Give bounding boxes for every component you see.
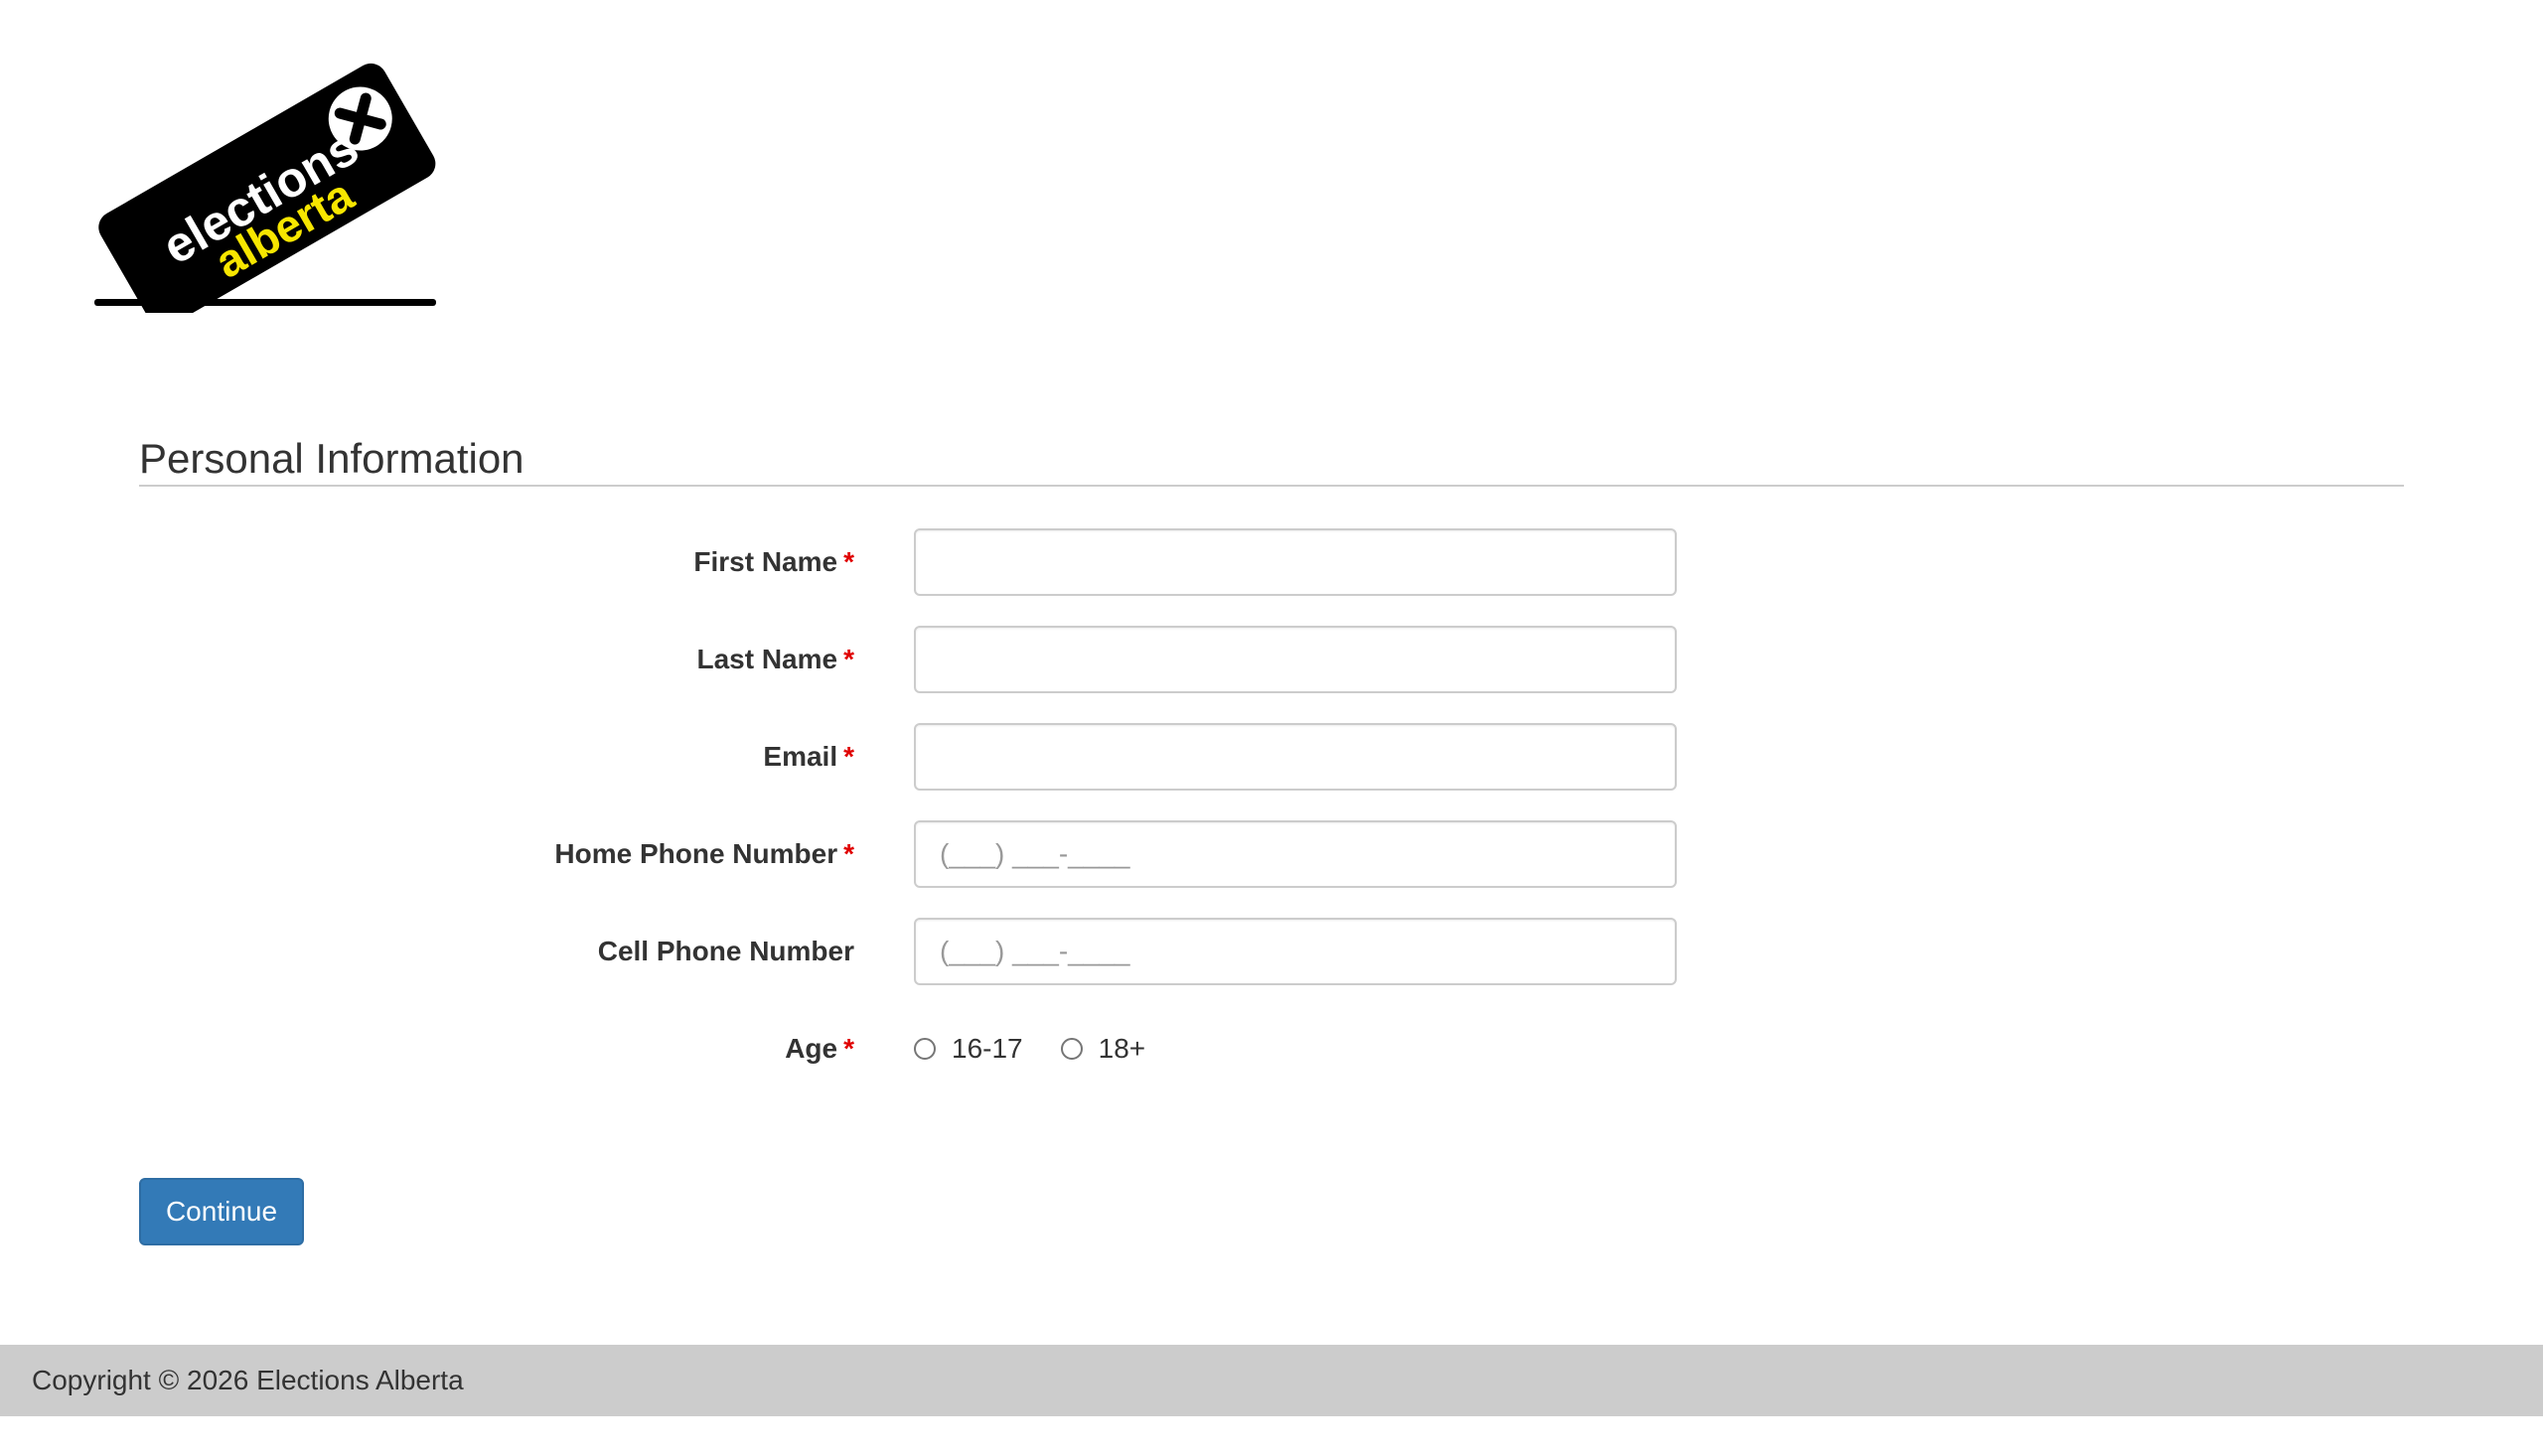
- home-phone-label: Home Phone Number *: [554, 820, 854, 888]
- email-row: Email *: [0, 723, 2543, 791]
- last-name-label: Last Name *: [696, 626, 854, 693]
- page: elections alberta Personal Information F…: [0, 0, 2543, 1456]
- email-label: Email *: [763, 723, 854, 791]
- age-label: Age *: [785, 1015, 854, 1083]
- copyright-text: Copyright © 2026 Elections Alberta: [32, 1365, 464, 1395]
- radio-button-16-17[interactable]: [914, 1038, 936, 1060]
- age-option-label: 18+: [1098, 1033, 1146, 1064]
- home-phone-input[interactable]: [914, 820, 1677, 888]
- page-title: Personal Information: [139, 435, 524, 482]
- first-name-label: First Name *: [693, 528, 854, 596]
- footer: Copyright © 2026 Elections Alberta: [0, 1345, 2543, 1416]
- required-marker: *: [843, 741, 854, 772]
- cell-phone-input[interactable]: [914, 918, 1677, 985]
- required-marker: *: [843, 644, 854, 674]
- home-phone-label-text: Home Phone Number: [554, 838, 838, 869]
- radio-button-18-plus[interactable]: [1060, 1038, 1083, 1060]
- last-name-input[interactable]: [914, 626, 1677, 693]
- age-radio-group: 16-17 18+: [914, 1015, 1183, 1083]
- age-option-18-plus[interactable]: 18+: [1060, 1033, 1146, 1065]
- age-option-16-17[interactable]: 16-17: [914, 1033, 1023, 1065]
- age-row: Age * 16-17 18+: [0, 1015, 2543, 1083]
- section-divider: [139, 485, 2404, 487]
- cell-phone-label-text: Cell Phone Number: [597, 936, 854, 966]
- age-option-label: 16-17: [952, 1033, 1023, 1064]
- cell-phone-row: Cell Phone Number: [0, 918, 2543, 985]
- required-marker: *: [843, 838, 854, 869]
- age-label-text: Age: [785, 1033, 838, 1064]
- elections-alberta-logo: elections alberta: [94, 63, 436, 313]
- first-name-row: First Name *: [0, 528, 2543, 596]
- email-label-text: Email: [763, 741, 838, 772]
- required-marker: *: [843, 1033, 854, 1064]
- first-name-input[interactable]: [914, 528, 1677, 596]
- home-phone-row: Home Phone Number *: [0, 820, 2543, 888]
- ballot-slot-line: [94, 299, 436, 306]
- last-name-label-text: Last Name: [696, 644, 838, 674]
- cell-phone-label: Cell Phone Number: [598, 918, 854, 985]
- required-marker: *: [843, 546, 854, 577]
- continue-button[interactable]: Continue: [139, 1178, 304, 1245]
- last-name-row: Last Name *: [0, 626, 2543, 693]
- email-input[interactable]: [914, 723, 1677, 791]
- first-name-label-text: First Name: [693, 546, 838, 577]
